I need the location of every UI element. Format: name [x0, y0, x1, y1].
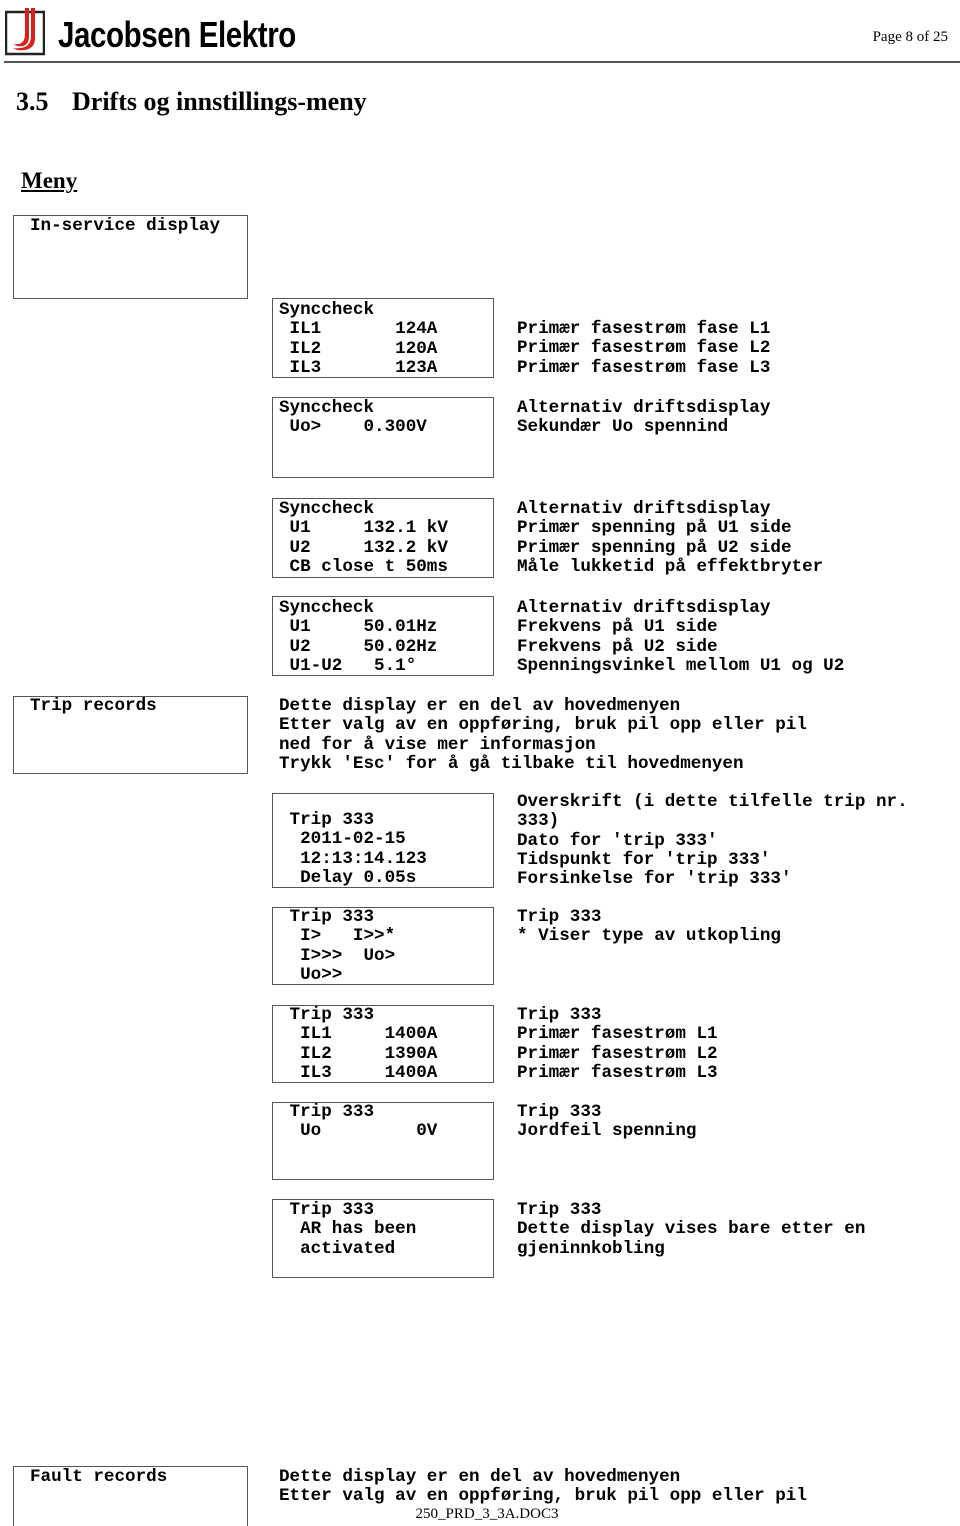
display-text: Synccheck U1 132.1 kV U2 132.2 kV CB clo… — [279, 499, 448, 577]
display-text: Synccheck Uo> 0.300V — [279, 398, 427, 438]
display-description: Trip 333 Jordfeil spenning — [517, 1102, 697, 1142]
display-description: Alternativ driftsdisplay Primær spenning… — [517, 499, 824, 577]
company-logo — [5, 8, 45, 56]
page-number: Page 8 of 25 — [872, 29, 948, 45]
company-name: Jacobsen Elektro — [58, 14, 296, 55]
display-description: Trip 333 Dette display vises bare etter … — [517, 1200, 866, 1259]
menu-label-trip-records: Trip records — [30, 696, 157, 716]
display-description: Trip 333 * Viser type av utkopling — [517, 907, 781, 947]
display-description: Overskrift (i dette tilfelle trip nr. 33… — [517, 792, 908, 890]
display-description: Trip 333 Primær fasestrøm L1 Primær fase… — [517, 1005, 718, 1083]
display-text: Trip 333 IL1 1400A IL2 1390A IL3 1400A — [289, 1005, 438, 1083]
footer-doc-id: 250_PRD_3_3A.DOC3 — [415, 1506, 559, 1522]
menu-label-fault-records: Fault records — [30, 1467, 168, 1487]
subheading: Meny — [21, 168, 78, 193]
display-text: Trip 333 AR has been activated — [289, 1200, 417, 1259]
display-description: Alternativ driftsdisplay Sekundær Uo spe… — [517, 398, 771, 438]
section-number: 3.5 — [16, 87, 49, 116]
header-divider — [4, 61, 960, 63]
display-text: Trip 333 Uo 0V — [289, 1102, 438, 1142]
display-text: Trip 333 I> I>>* I>>> Uo> Uo>> — [289, 907, 396, 985]
display-text: Synccheck U1 50.01Hz U2 50.02Hz U1-U2 5.… — [279, 598, 438, 676]
trip-records-description: Dette display er en del av hovedmenyen E… — [279, 696, 807, 774]
fault-records-description: Dette display er en del av hovedmenyen E… — [279, 1467, 807, 1507]
display-description: Primær fasestrøm fase L1 Primær fasestrø… — [517, 319, 771, 378]
display-description: Alternativ driftsdisplay Frekvens på U1 … — [517, 598, 845, 676]
section-heading: 3.5 Drifts og innstillings-meny — [16, 87, 367, 117]
menu-label-in-service: In-service display — [30, 216, 221, 236]
section-title: Drifts og innstillings-meny — [72, 87, 367, 116]
display-text: Synccheck IL1 124A IL2 120A IL3 123A — [279, 300, 438, 378]
display-text: Trip 333 2011-02-15 12:13:14.123 Delay 0… — [289, 810, 427, 888]
